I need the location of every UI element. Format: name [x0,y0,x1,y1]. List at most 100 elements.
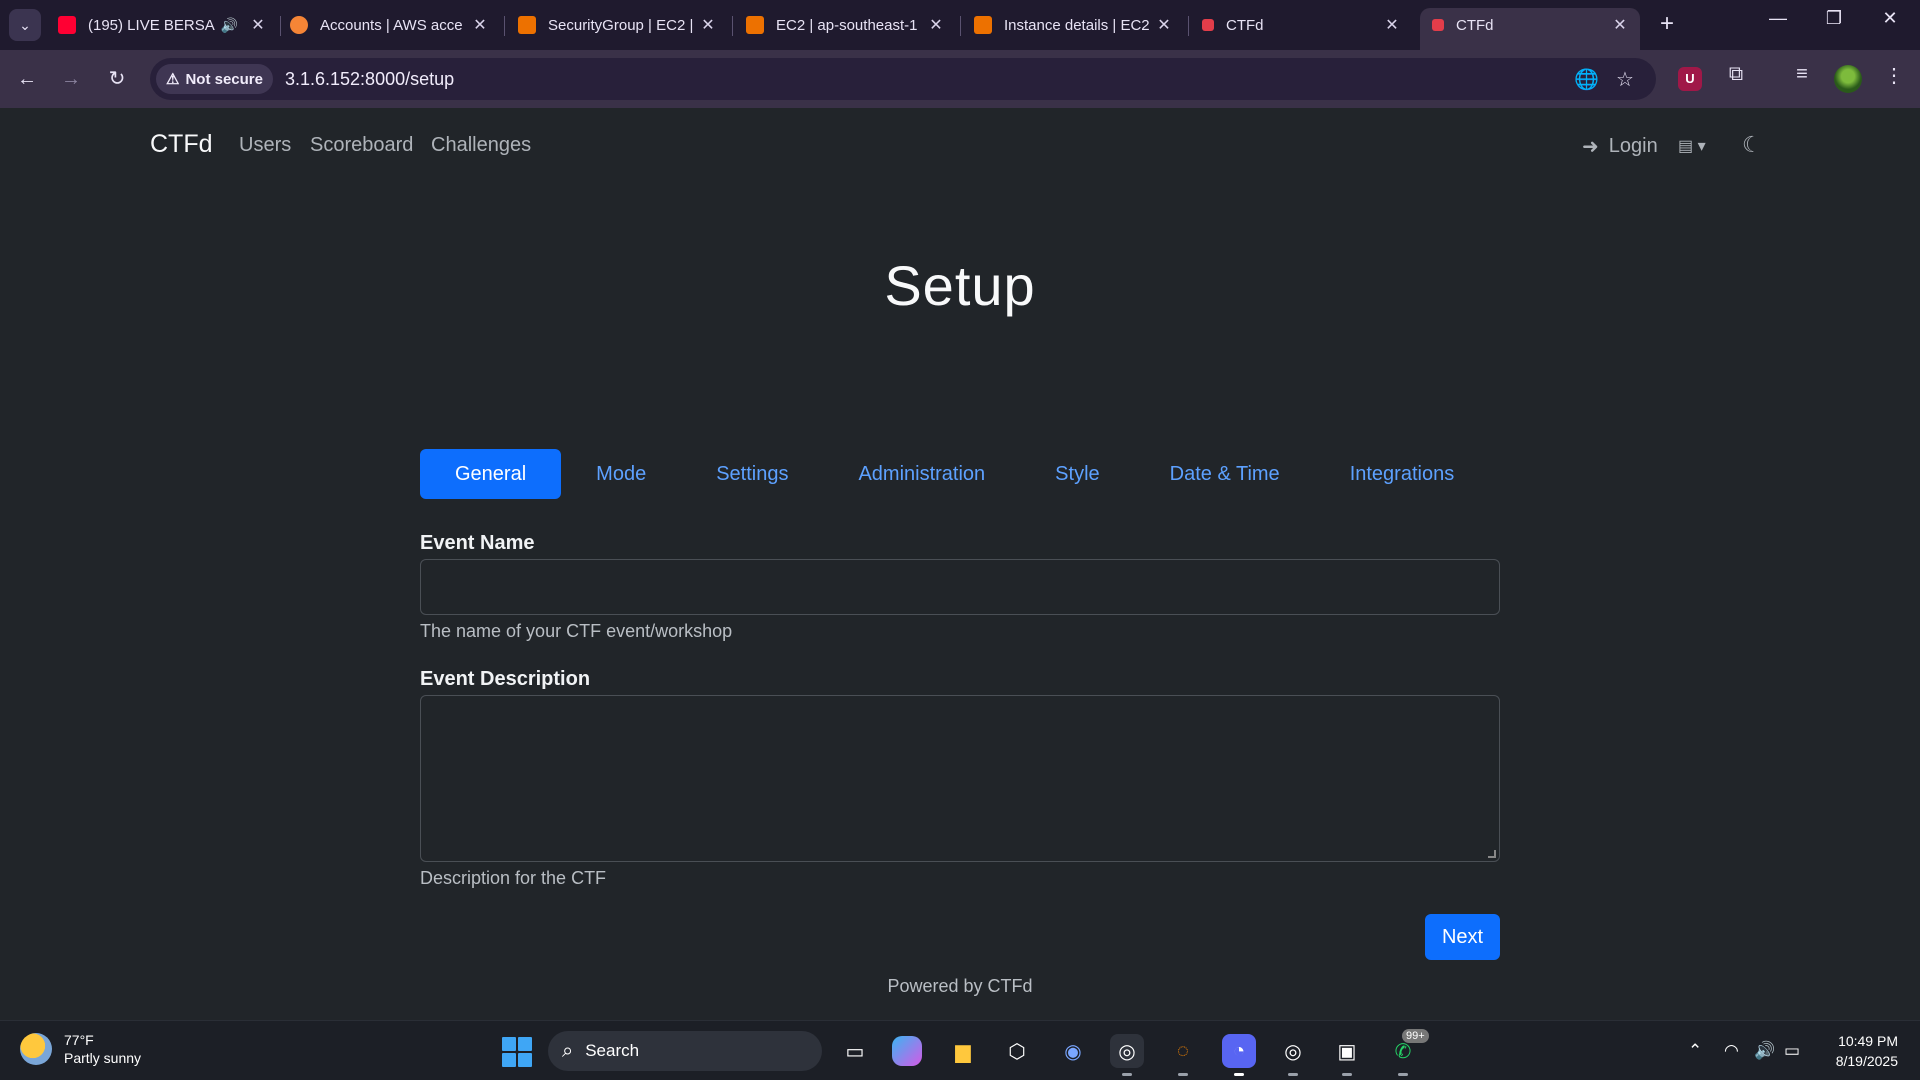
tab-title: Instance details | EC2 [1004,16,1150,34]
tab-title: CTFd [1226,16,1264,34]
close-tab-icon[interactable]: ✕ [470,15,490,35]
tab-search-button[interactable]: ⌄ [9,9,41,41]
ec2-icon [518,16,536,34]
discord-icon[interactable]: ◔ [1222,1034,1256,1068]
task-view-icon[interactable]: ▭ [838,1034,872,1068]
copilot-icon[interactable] [892,1036,922,1066]
dark-mode-toggle-icon[interactable]: ☾ [1742,132,1762,158]
ubuntu-icon[interactable]: ◌ [1166,1034,1200,1068]
speaker-icon[interactable]: 🔊 [221,17,238,34]
tab-integrations[interactable]: Integrations [1315,449,1490,499]
ublock-extension-icon[interactable]: U [1678,67,1702,91]
event-name-help: The name of your CTF event/workshop [420,621,733,641]
event-description-label: Event Description [420,668,591,690]
tab-date-time[interactable]: Date & Time [1135,449,1315,499]
close-window-icon[interactable]: ✕ [1870,8,1910,29]
close-tab-icon[interactable]: ✕ [1382,15,1402,35]
url-text[interactable]: 3.1.6.152:8000/setup [285,69,454,90]
battery-icon[interactable]: ▭ [1784,1041,1800,1061]
security-chip[interactable]: ⚠ Not secure [156,64,273,94]
browser-tab[interactable]: Instance details | EC2 ✕ [974,8,1174,42]
bookmark-star-icon[interactable]: ☆ [1616,67,1634,92]
event-name-input[interactable] [420,559,1500,615]
browser-tab[interactable]: Accounts | AWS acce ✕ [290,8,490,42]
extensions-icon[interactable]: ⧉ [1720,63,1752,86]
close-tab-icon[interactable]: ✕ [248,15,268,35]
aws-icon [290,16,308,34]
address-bar[interactable]: ⚠ Not secure 3.1.6.152:8000/setup 🌐 ☆ [150,58,1656,100]
close-tab-icon[interactable]: ✕ [1610,15,1630,35]
weather-icon [20,1033,52,1065]
chrome-icon[interactable]: ◎ [1110,1034,1144,1068]
language-icon: ▤ [1678,138,1694,155]
brand-logo[interactable]: CTFd [150,130,213,159]
nav-users[interactable]: Users [239,134,291,157]
tab-style[interactable]: Style [1020,449,1134,499]
ctfd-icon [1432,19,1444,31]
new-tab-button[interactable]: + [1652,10,1682,38]
minimize-icon[interactable]: — [1758,8,1798,29]
tab-title: CTFd [1456,16,1494,34]
browser-tab[interactable]: EC2 | ap-southeast-1 ✕ [746,8,946,42]
search-icon: ⌕ [562,1039,574,1062]
weather-widget[interactable]: 77°F Partly sunny [20,1031,141,1067]
tab-general[interactable]: General [420,449,562,499]
page-title: Setup [884,254,1036,317]
ec2-icon [974,16,992,34]
app-icon[interactable]: ◉ [1056,1034,1090,1068]
login-link[interactable]: ➜ Login [1582,134,1658,159]
translate-icon[interactable]: 🌐 [1574,67,1599,92]
tab-administration[interactable]: Administration [823,449,1020,499]
forward-icon[interactable]: → [56,64,86,94]
footer-powered-by[interactable]: Powered by CTFd [0,976,1920,997]
browser-tab-active[interactable]: CTFd ✕ [1420,8,1640,50]
windows-start-icon[interactable] [502,1037,532,1067]
restore-icon[interactable]: ❐ [1814,8,1854,29]
close-tab-icon[interactable]: ✕ [1154,15,1174,35]
menu-kebab-icon[interactable]: ⋮ [1878,63,1910,88]
tab-title: EC2 | ap-southeast-1 [776,16,918,34]
show-hidden-icons[interactable]: ⌃ [1688,1041,1702,1061]
resize-handle-icon[interactable] [1488,850,1496,858]
youtube-icon [58,16,76,34]
volume-icon[interactable]: 🔊 [1754,1041,1775,1061]
virtualbox-icon[interactable]: ⬡ [1000,1034,1034,1068]
ec2-icon [746,16,764,34]
next-button[interactable]: Next [1425,914,1500,960]
profile-avatar[interactable] [1834,65,1862,93]
event-description-textarea[interactable] [420,695,1500,862]
tab-title: (195) LIVE BERSA [88,16,215,34]
media-controls-icon[interactable]: ≡ [1786,63,1818,86]
browser-tab[interactable]: SecurityGroup | EC2 | ✕ [518,8,718,42]
language-dropdown[interactable]: ▤ ▾ [1678,136,1706,156]
tab-settings[interactable]: Settings [681,449,823,499]
chrome-profile-icon[interactable]: ◎ [1276,1034,1310,1068]
wifi-icon[interactable]: ◠ [1724,1041,1739,1061]
close-tab-icon[interactable]: ✕ [926,15,946,35]
event-description-help: Description for the CTF [420,868,607,888]
browser-tab[interactable]: (195) LIVE BERSA 🔊 ✕ [58,8,268,42]
tab-mode[interactable]: Mode [561,449,681,499]
ctfd-icon [1202,19,1214,31]
setup-tabs: General Mode Settings Administration Sty… [420,449,1489,499]
event-name-label: Event Name [420,532,535,554]
browser-tab-strip: ⌄ (195) LIVE BERSA 🔊 ✕ Accounts | AWS ac… [0,0,1920,50]
warning-icon: ⚠ [166,71,180,88]
tab-title: Accounts | AWS acce [320,16,463,34]
windows-taskbar: 77°F Partly sunny ⌕ Search ▭ ▆ ⬡ ◉ ◎ ◌ ◔… [0,1020,1920,1080]
file-explorer-icon[interactable]: ▆ [946,1034,980,1068]
close-tab-icon[interactable]: ✕ [698,15,718,35]
browser-tab[interactable]: CTFd ✕ [1202,8,1402,42]
ctfd-setup-page: CTFd Users Scoreboard Challenges ➜ Login… [0,108,1920,1020]
notification-badge: 99+ [1402,1029,1429,1043]
login-icon: ➜ [1582,136,1599,158]
tab-title: SecurityGroup | EC2 | [548,16,694,34]
reload-icon[interactable]: ↻ [102,64,132,94]
taskbar-search[interactable]: ⌕ Search [548,1031,822,1071]
browser-toolbar: ← → ↻ ⚠ Not secure 3.1.6.152:8000/setup … [0,50,1920,108]
nav-scoreboard[interactable]: Scoreboard [310,134,413,157]
nav-challenges[interactable]: Challenges [431,134,531,157]
clock[interactable]: 10:49 PM 8/19/2025 [1818,1031,1898,1071]
terminal-icon[interactable]: ▣ [1330,1034,1364,1068]
back-icon[interactable]: ← [12,64,42,94]
